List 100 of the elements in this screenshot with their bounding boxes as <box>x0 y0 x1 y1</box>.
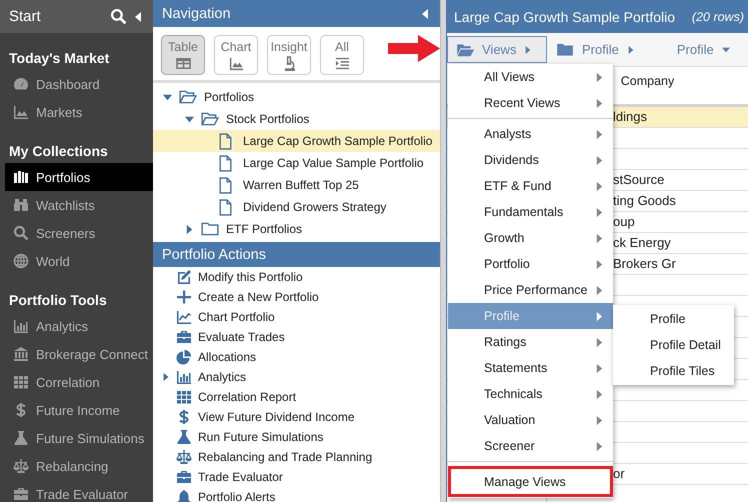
sidebar-item[interactable]: Screeners <box>5 219 153 247</box>
table-cell: oup <box>613 214 635 229</box>
plus-icon <box>176 289 192 305</box>
table-cell: ldings <box>613 109 647 124</box>
portfolio-title: Large Cap Growth Sample Portfolio <box>454 8 676 24</box>
sidebar-item[interactable]: Watchlists <box>5 191 153 219</box>
action-item[interactable]: Rebalancing and Trade Planning <box>153 447 440 467</box>
table-cell: stSource <box>613 172 664 187</box>
globe-icon <box>13 253 29 269</box>
menu-item[interactable]: Growth <box>448 225 613 251</box>
action-item[interactable]: Analytics <box>153 367 440 387</box>
collapse-icon <box>420 8 430 18</box>
section-header: Portfolio Actions <box>153 242 440 267</box>
submenu-arrow-icon <box>595 416 604 424</box>
action-item[interactable]: Allocations <box>153 347 440 367</box>
table-cell: Brokers Gr <box>613 256 676 271</box>
action-item[interactable]: Create a New Portfolio <box>153 287 440 307</box>
sidebar-item[interactable]: Correlation <box>5 368 153 396</box>
action-item[interactable]: Evaluate Trades <box>153 327 440 347</box>
edit-icon <box>176 269 192 285</box>
tree-item[interactable]: Stock Portfolios <box>226 112 310 126</box>
bar-chart-icon <box>176 369 192 385</box>
toolbar-button[interactable]: Profile <box>547 36 644 63</box>
action-item[interactable]: Run Future Simulations <box>153 427 440 447</box>
tree-item[interactable]: Large Cap Value Sample Portfolio <box>153 152 440 174</box>
action-item[interactable]: Modify this Portfolio <box>153 267 440 287</box>
menu-item[interactable]: Analysts <box>448 121 613 147</box>
menu-item[interactable]: Recent Views <box>448 90 613 116</box>
action-item[interactable]: Portfolio Alerts <box>153 487 440 502</box>
menu-item[interactable]: Profile Detail <box>613 332 734 358</box>
menu-item[interactable]: Price Performance <box>448 277 613 303</box>
tree-item[interactable]: Large Cap Growth Sample Portfolio <box>153 130 440 152</box>
submenu-arrow-icon <box>595 208 604 216</box>
caret-icon <box>722 46 730 54</box>
submenu-arrow-icon <box>595 260 604 268</box>
section-heading: Portfolio Tools <box>8 291 108 310</box>
menu-item[interactable]: ETF & Fund <box>448 173 613 199</box>
menu-item[interactable]: Manage Views <box>448 466 613 497</box>
sidebar-item[interactable]: Markets <box>5 98 153 126</box>
submenu-arrow-icon <box>595 182 604 190</box>
bar-chart-icon <box>13 318 29 334</box>
menu-item[interactable]: Profile Tiles <box>613 358 734 384</box>
view-button[interactable]: Chart <box>214 35 258 75</box>
menu-item[interactable]: Dividends <box>448 147 613 173</box>
menu-item[interactable]: Fundamentals <box>448 199 613 225</box>
tree-item[interactable]: ETF Portfolios <box>226 222 302 236</box>
menu-item[interactable]: Portfolio <box>448 251 613 277</box>
sidebar-item[interactable]: Rebalancing <box>5 452 153 480</box>
submenu-arrow-icon <box>595 338 604 346</box>
search-icon <box>110 8 127 25</box>
sidebar-item[interactable]: Analytics <box>5 312 153 340</box>
sidebar-item[interactable]: Portfolios <box>5 163 153 191</box>
menu-item[interactable]: Valuation <box>448 407 613 433</box>
document-icon <box>217 154 234 172</box>
sidebar-item[interactable]: Dashboard <box>5 70 153 98</box>
sidebar-item[interactable]: World <box>5 247 153 275</box>
tree-item[interactable]: Warren Buffett Top 25 <box>153 174 440 196</box>
action-item[interactable]: Chart Portfolio <box>153 307 440 327</box>
flask-icon <box>176 429 192 445</box>
list-icon <box>334 56 350 70</box>
submenu-arrow-icon <box>595 98 604 108</box>
bank-icon <box>13 346 29 362</box>
table-cell: ck Energy <box>613 235 671 250</box>
expand-arrow-icon <box>185 114 194 124</box>
line-chart-icon <box>176 309 192 325</box>
menu-item[interactable]: Statements <box>448 355 613 381</box>
submenu-arrow-icon <box>595 130 604 138</box>
sidebar-item[interactable]: Trade Evaluator <box>5 480 153 502</box>
submenu-arrow-icon <box>595 312 604 320</box>
tree-item[interactable]: Portfolios <box>204 90 254 104</box>
caret-icon <box>626 46 635 54</box>
submenu-arrow-icon <box>595 442 604 450</box>
bell-icon <box>176 489 192 502</box>
sidebar-item[interactable]: Future Income <box>5 396 153 424</box>
sidebar-item[interactable]: Brokerage Connect <box>5 340 153 368</box>
dropdown-button[interactable]: Profile <box>668 36 739 63</box>
menu-item[interactable]: All Views <box>448 64 613 90</box>
binoculars-icon <box>13 197 29 213</box>
flask-icon <box>13 430 29 446</box>
submenu-arrow-icon <box>595 286 604 294</box>
tree-item[interactable]: Dividend Growers Strategy <box>153 196 440 218</box>
folder-icon <box>179 88 197 106</box>
menu-item[interactable]: Ratings <box>448 329 613 355</box>
action-item[interactable]: Trade Evaluator <box>153 467 440 487</box>
expand-arrow-icon <box>185 224 194 234</box>
caret-icon <box>524 46 532 54</box>
sidebar-item[interactable]: Future Simulations <box>5 424 153 452</box>
table-cell: ting Goods <box>613 193 676 208</box>
menu-item[interactable]: Technicals <box>448 381 613 407</box>
menu-item[interactable]: Screener <box>448 433 613 459</box>
column-header[interactable]: Company <box>620 74 674 88</box>
action-item[interactable]: View Future Dividend Income <box>153 407 440 427</box>
view-button[interactable]: All <box>320 35 364 75</box>
scale-icon <box>13 458 29 474</box>
menu-item[interactable]: Profile <box>613 306 734 332</box>
view-button[interactable]: Insight <box>267 35 311 75</box>
briefcase-icon <box>13 486 29 502</box>
briefcase-icon <box>176 329 192 345</box>
panel-title: Navigation <box>162 6 232 22</box>
action-item[interactable]: Correlation Report <box>153 387 440 407</box>
